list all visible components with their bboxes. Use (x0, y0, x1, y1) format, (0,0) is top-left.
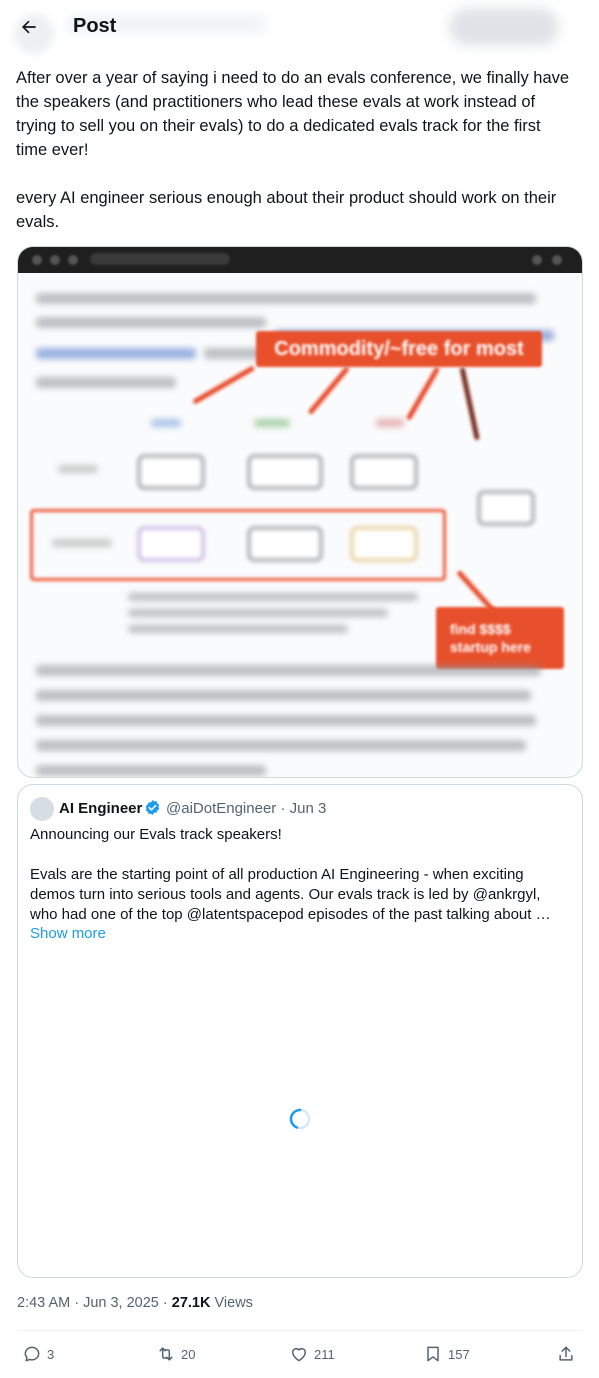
diagram-box (248, 527, 322, 561)
bookmark-button[interactable]: 157 (423, 1344, 470, 1364)
quoted-author-name[interactable]: AI Engineer (59, 800, 142, 817)
divider (17, 1330, 583, 1331)
quoted-author-handle[interactable]: @aiDotEngineer · Jun 3 (166, 800, 326, 817)
browser-control-icon (50, 255, 60, 265)
browser-control-icon (552, 255, 562, 265)
blurred-follow-button (449, 8, 559, 46)
blurred-caption (128, 593, 428, 633)
tweet-meta: 2:43 AM · Jun 3, 2025 · 27.1K Views (17, 1295, 253, 1311)
diagram-box (351, 455, 417, 489)
blurred-label (376, 419, 404, 427)
reply-count: 3 (47, 1346, 55, 1362)
bookmark-count: 157 (448, 1346, 470, 1362)
blurred-row-label (52, 539, 112, 547)
like-button[interactable]: 211 (289, 1344, 335, 1364)
diagram-box (351, 527, 417, 561)
bookmark-icon (427, 1346, 439, 1362)
browser-control-icon (68, 255, 78, 265)
quoted-tweet[interactable]: AI Engineer @aiDotEngineer · Jun 3 Annou… (17, 784, 583, 1278)
diagram-box (248, 455, 322, 489)
browser-control-icon (32, 255, 42, 265)
callout-commodity: Commodity/~free for most (256, 331, 542, 367)
share-icon (559, 1346, 573, 1361)
reply-button[interactable]: 3 (22, 1344, 54, 1364)
verified-badge-icon (145, 800, 160, 815)
views-label: Views (210, 1295, 253, 1311)
blurred-paragraph (36, 665, 546, 776)
loading-spinner-icon (289, 1108, 311, 1130)
diagram-box (138, 527, 204, 561)
quoted-author-avatar[interactable] (30, 797, 54, 821)
share-button[interactable] (556, 1344, 576, 1364)
page-title: Post (73, 15, 117, 37)
header-bar: Post (0, 0, 599, 54)
tweet-text: After over a year of saying i need to do… (16, 69, 570, 231)
browser-control-icon (532, 255, 542, 265)
back-arrow-icon (21, 20, 36, 34)
diagram-box (138, 455, 204, 489)
tweet-timestamp[interactable]: 2:43 AM · Jun 3, 2025 · (17, 1295, 172, 1311)
views-count: 27.1K (171, 1295, 211, 1311)
repost-button[interactable]: 20 (156, 1344, 195, 1364)
action-bar: 3 20 211 157 (0, 1336, 599, 1374)
reply-icon (24, 1346, 40, 1362)
repost-count: 20 (181, 1346, 196, 1362)
diagram-box (478, 491, 534, 525)
back-button[interactable] (12, 10, 46, 44)
heart-icon (292, 1348, 306, 1362)
blurred-label (151, 419, 181, 427)
callout-startup: find $$$$ startup here (436, 607, 564, 669)
repost-icon (159, 1347, 173, 1361)
tweet-media-image[interactable]: Commodity/~free for most find $$$$ start… (17, 246, 583, 778)
blurred-label (254, 419, 290, 427)
browser-bar (18, 247, 582, 273)
quoted-tweet-text: Announcing our Evals track speakers! Eva… (30, 826, 551, 923)
show-more-link[interactable]: Show more (30, 925, 106, 942)
browser-url-bar (90, 253, 230, 265)
blurred-row-label (58, 465, 98, 473)
like-count: 211 (314, 1346, 335, 1362)
